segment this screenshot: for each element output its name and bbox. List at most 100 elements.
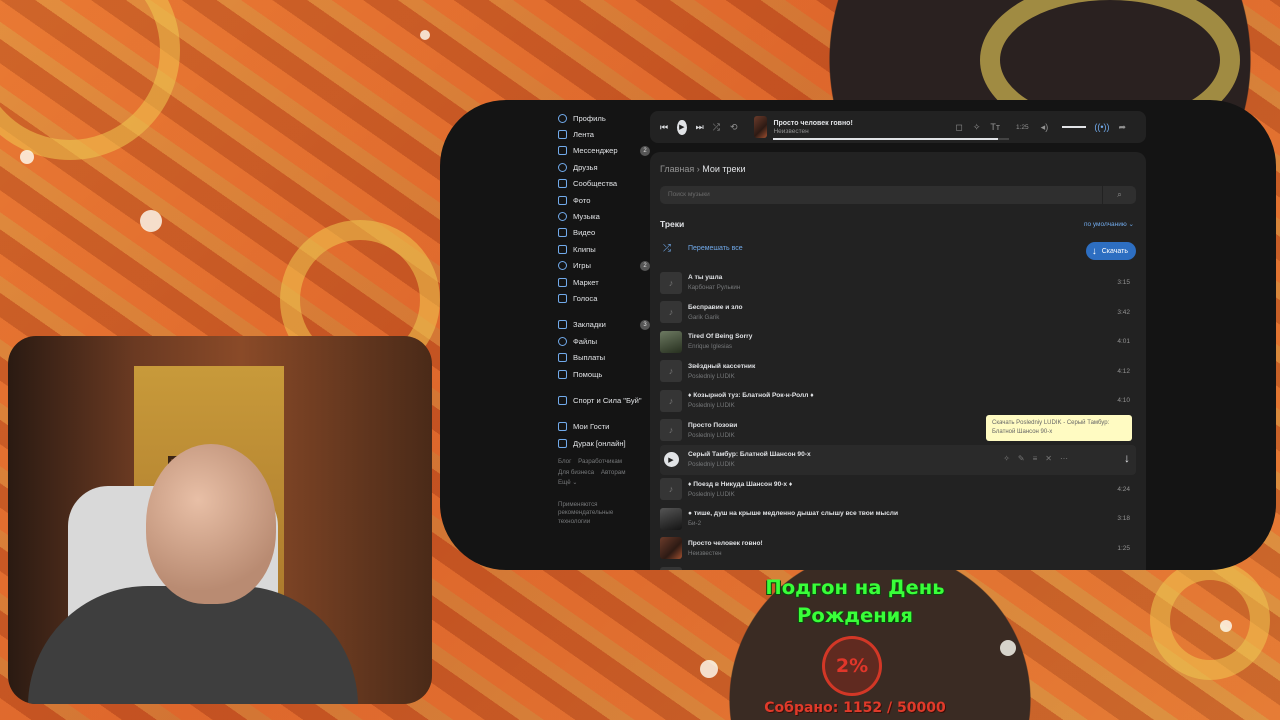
sidebar-item-10[interactable]: Маркет	[558, 274, 650, 290]
sidebar-item-label: Сообщества	[573, 179, 618, 189]
footer-link-blog[interactable]: Блог	[558, 458, 571, 465]
track-artist[interactable]: Би-2	[688, 520, 898, 527]
sparkle-icon[interactable]: ✧	[973, 122, 981, 133]
track-row[interactable]: Просто человек говно! Неизвестен 1:25	[660, 534, 1136, 564]
repeat-icon[interactable]: ⟲	[730, 122, 738, 133]
track-info: Серый Тамбур: Блатной Шансон 90-х Posledn…	[688, 451, 811, 468]
sidebar-item-2[interactable]: Мессенджер 2	[558, 143, 650, 159]
track-title[interactable]: Серый Тамбур: Блатной Шансон 90-х	[688, 451, 811, 458]
shuffle-icon[interactable]: ⤮	[713, 122, 720, 133]
track-artist[interactable]: Карбонат Рулькин	[688, 284, 740, 291]
donation-goal-title: Подгон на День Рождения	[765, 576, 945, 627]
track-info: Просто человек говно! Неизвестен	[688, 540, 763, 557]
sidebar-item-8[interactable]: Клипы	[558, 241, 650, 257]
sidebar-item-20[interactable]: Закладки 3	[558, 317, 650, 333]
sidebar-item-9[interactable]: Игры 2	[558, 258, 650, 274]
track-artist[interactable]: Enrique Iglesias	[688, 343, 752, 350]
section-title: Треки	[660, 219, 685, 229]
search-icon[interactable]: ⌕	[1102, 186, 1136, 204]
track-row[interactable]: ♪ Бесправие и зло Garik Garik 3:42	[660, 298, 1136, 328]
more-icon[interactable]: ⋯	[1060, 454, 1068, 463]
download-tooltip: Скачать Posledniy LUDIK - Серый Тамбур: …	[986, 415, 1132, 441]
track-download-icon[interactable]: ↓	[1124, 451, 1130, 465]
track-artist[interactable]: Posledniy LUDIK	[688, 491, 792, 498]
track-play-button[interactable]: ▶	[660, 449, 682, 471]
sidebar-item-23[interactable]: Помощь	[558, 366, 650, 382]
sidebar-item-7[interactable]: Видео	[558, 225, 650, 241]
track-row[interactable]: ♪ ♦ Козырной туз: Блатной Рок-н-Ролл ♦ Pos…	[660, 386, 1136, 416]
sidebar-item-6[interactable]: Музыка	[558, 208, 650, 224]
sidebar-item-1[interactable]: Лента	[558, 126, 650, 142]
remove-icon[interactable]: ✕	[1045, 454, 1052, 463]
track-row[interactable]: ● тише, душ на крыше медленно дышат слыш…	[660, 504, 1136, 534]
next-track-icon[interactable]: ⏭	[696, 122, 704, 133]
communities-icon	[558, 179, 567, 189]
footer-link-business[interactable]: Для бизнеса	[558, 469, 594, 476]
track-cover	[660, 330, 682, 353]
track-artist[interactable]: Posledniy LUDIK	[688, 461, 811, 468]
queue-icon[interactable]: ≡	[1033, 454, 1038, 463]
sidebar-item-4[interactable]: Сообщества	[558, 176, 650, 192]
profile-icon	[558, 113, 567, 123]
dislike-icon[interactable]: ◻	[955, 122, 962, 133]
previous-track-icon[interactable]: ⏮	[660, 122, 668, 133]
track-title[interactable]: Бесправие и зло	[688, 304, 742, 311]
volume-icon[interactable]: ◂)	[1041, 122, 1049, 133]
volume-slider[interactable]	[1062, 126, 1087, 128]
sidebar-item-11[interactable]: Голоса	[558, 290, 650, 306]
play-icon: ▶	[663, 452, 679, 468]
track-row[interactable]: Tired Of Being Sorry Enrique Iglesias 4:01	[660, 327, 1136, 357]
sort-dropdown[interactable]: по умолчанию ⌄	[1084, 220, 1134, 228]
track-row[interactable]: ▶ Серый Тамбур: Блатной Шансон 90-х Posled…	[660, 445, 1136, 475]
share-icon[interactable]: ➦	[1118, 122, 1126, 133]
sidebar-app-guests[interactable]: Мои Гости	[558, 419, 650, 435]
broadcast-icon[interactable]: ((•))	[1094, 122, 1109, 132]
track-title[interactable]: А ты ушла	[688, 274, 740, 281]
similar-icon[interactable]: ✧	[1003, 454, 1010, 463]
sidebar-item-0[interactable]: Профиль	[558, 110, 650, 126]
track-title[interactable]: ♦ Козырной туз: Блатной Рок-н-Ролл ♦	[688, 392, 814, 399]
footer-link-more[interactable]: Ещё ⌄	[558, 479, 578, 486]
track-artist[interactable]: Неизвестен	[688, 550, 763, 557]
sidebar-item-3[interactable]: Друзья	[558, 159, 650, 175]
track-title[interactable]: Звёздный кассетник	[688, 363, 755, 370]
track-info: ♦ Поезд в Никуда Шансон 90-х ♦ Posledniy …	[688, 481, 792, 498]
edit-icon[interactable]: ✎	[1018, 454, 1025, 463]
webcam-person-head	[146, 444, 276, 604]
breadcrumb: Главная › Мои треки	[660, 164, 746, 174]
music-note-icon: ♪	[660, 478, 682, 501]
files-icon	[558, 336, 567, 346]
footer-link-authors[interactable]: Авторам	[601, 469, 626, 476]
track-row[interactable]: ♪ ♦ Поезд в Никуда Шансон 90-х ♦ Posledniy…	[660, 475, 1136, 505]
track-title[interactable]: Tired Of Being Sorry	[688, 333, 752, 340]
shuffle-all-button[interactable]: ⤮ Перемешать все	[660, 243, 743, 254]
track-row[interactable]: ♪Я не буду ждать тебя [Я не стану ждать …	[660, 563, 1136, 570]
track-title[interactable]: ● тише, душ на крыше медленно дышат слыш…	[688, 510, 898, 517]
track-artist[interactable]: Posledniy LUDIK	[688, 432, 737, 439]
download-button[interactable]: ↓ Скачать	[1085, 242, 1136, 260]
play-button[interactable]: ▶	[677, 119, 687, 135]
footer-link-devs[interactable]: Разработчикам	[578, 458, 622, 465]
sidebar-group-sport[interactable]: Спорт и Сила "Буй"	[558, 392, 650, 408]
track-title[interactable]: Просто человек говно!	[688, 540, 763, 547]
track-title[interactable]: Просто Позови	[688, 422, 737, 429]
sidebar-item-21[interactable]: Файлы	[558, 333, 650, 349]
text-icon[interactable]: Tт	[990, 122, 1000, 132]
sidebar-item-22[interactable]: Выплаты	[558, 349, 650, 365]
shuffle-all-label: Перемешать все	[688, 245, 743, 252]
track-title[interactable]: ♦ Поезд в Никуда Шансон 90-х ♦	[688, 481, 792, 488]
track-row[interactable]: ♪ Звёздный кассетник Posledniy LUDIK 4:12	[660, 357, 1136, 387]
track-artist[interactable]: Posledniy LUDIK	[688, 373, 755, 380]
track-artist[interactable]: Posledniy LUDIK	[688, 402, 814, 409]
progress-bar[interactable]	[773, 137, 1010, 140]
track-actions: ✧ ✎ ≡ ✕ ⋯	[1003, 454, 1068, 463]
search-input[interactable]: Поиск музыки ⌕	[660, 186, 1136, 204]
track-artist[interactable]: Garik Garik	[688, 314, 742, 321]
track-time: 1:25	[1016, 123, 1029, 131]
track-duration: 3:15	[1117, 279, 1130, 286]
sidebar-app-durak[interactable]: Дурак [онлайн]	[558, 435, 650, 451]
track-row[interactable]: ♪ А ты ушла Карбонат Рулькин 3:15	[660, 268, 1136, 298]
breadcrumb-home[interactable]: Главная	[660, 164, 694, 174]
track-info: Tired Of Being Sorry Enrique Iglesias	[688, 333, 752, 350]
sidebar-item-5[interactable]: Фото	[558, 192, 650, 208]
